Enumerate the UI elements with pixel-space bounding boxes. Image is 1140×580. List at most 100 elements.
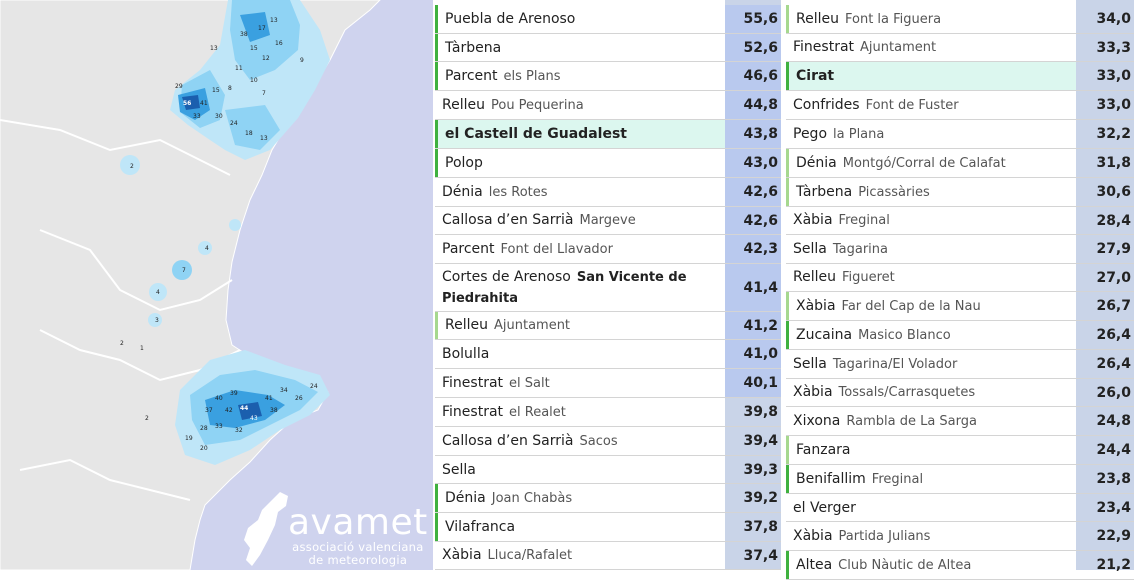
station-name-cell: Confrides Font de Fuster: [786, 91, 1076, 119]
table-row[interactable]: Parcent Font del Llavador 42,3: [435, 235, 781, 264]
svg-text:7: 7: [262, 90, 266, 97]
station-name: Font del Llavador: [500, 241, 613, 257]
table-row[interactable]: Relleu Font la Figuera 34,0: [786, 5, 1134, 34]
svg-text:10: 10: [250, 77, 258, 84]
table-row[interactable]: el Castell de Guadalest 43,8: [435, 120, 781, 149]
table-row[interactable]: Xàbia Tossals/Carrasquetes 26,0: [786, 379, 1134, 407]
table-row[interactable]: Puebla de Arenoso 55,6: [435, 5, 781, 34]
svg-text:7: 7: [182, 267, 186, 274]
station-name-cell: Zucaina Masico Blanco: [786, 321, 1076, 349]
table-row[interactable]: Finestrat el Salt 40,1: [435, 369, 781, 398]
map-canvas: 381713 151612 11109 1387 56 41 331530 241…: [0, 0, 381, 570]
table-row[interactable]: Zucaina Masico Blanco 26,4: [786, 321, 1134, 350]
station-name-cell: Finestrat el Realet: [435, 398, 725, 426]
station-name-wrap: Sella Tagarina: [793, 239, 888, 260]
table-row[interactable]: Vilafranca 37,8: [435, 513, 781, 542]
svg-text:4: 4: [156, 289, 160, 296]
table-row[interactable]: Xàbia Freginal 28,4: [786, 207, 1134, 235]
table-row[interactable]: Relleu Ajuntament 41,2: [435, 312, 781, 340]
table-row[interactable]: Altea Club Nàutic de Altea 21,2: [786, 551, 1134, 580]
table-row[interactable]: Finestrat Ajuntament 33,3: [786, 34, 1134, 62]
station-name: Picassàries: [858, 184, 930, 200]
table-row[interactable]: Finestrat el Realet 39,8: [435, 398, 781, 427]
station-name: Rambla de La Sarga: [846, 413, 977, 429]
table-row[interactable]: Xàbia Lluca/Rafalet 37,4: [435, 542, 781, 570]
station-name-wrap: Bolulla: [442, 344, 489, 364]
table-row[interactable]: el Verger 23,4: [786, 494, 1134, 522]
table-row[interactable]: Relleu Pou Pequerina 44,8: [435, 91, 781, 120]
station-name: Margeve: [579, 213, 636, 228]
rainfall-value: 39,8: [743, 404, 778, 420]
table-row[interactable]: Pego la Plana 32,2: [786, 120, 1134, 149]
table-row[interactable]: Cortes de Arenoso San Vicente de Piedrahi…: [435, 264, 781, 312]
table-row[interactable]: Sella Tagarina/El Volador 26,4: [786, 350, 1134, 379]
table-row[interactable]: Parcent els Plans 46,6: [435, 62, 781, 91]
table-row[interactable]: Sella 39,3: [435, 456, 781, 484]
svg-text:39: 39: [230, 390, 238, 397]
table-row[interactable]: Callosa d’en Sarrià Sacos 39,4: [435, 427, 781, 456]
table-row[interactable]: Dénia Montgó/Corral de Calafat 31,8: [786, 149, 1134, 178]
station-name: Club Nàutic de Altea: [838, 557, 972, 573]
station-name: els Plans: [503, 68, 561, 84]
town-name: Relleu: [442, 96, 485, 113]
station-name: Ajuntament: [493, 318, 571, 333]
rainfall-value: 28,4: [1096, 212, 1131, 229]
station-name-cell: Parcent els Plans: [435, 62, 725, 90]
svg-text:56: 56: [183, 100, 191, 107]
svg-text:29: 29: [175, 83, 183, 90]
rainfall-value: 37,8: [743, 519, 778, 535]
table-row[interactable]: Benifallim Freginal 23,8: [786, 465, 1134, 494]
town-name: Tàrbena: [445, 39, 502, 56]
table-row[interactable]: Callosa d’en Sarrià Margeve 42,6: [435, 207, 781, 235]
station-name: Partida Julians: [838, 528, 931, 544]
svg-text:38: 38: [240, 31, 248, 38]
table-row[interactable]: Bolulla 41,0: [435, 340, 781, 369]
rainfall-value: 39,3: [743, 461, 778, 478]
town-name: Finestrat: [442, 374, 504, 391]
station-name-wrap: Finestrat el Salt: [442, 373, 550, 394]
table-row[interactable]: Relleu Figueret 27,0: [786, 264, 1134, 292]
table-row[interactable]: Tàrbena 52,6: [435, 34, 781, 62]
station-name-wrap: Xàbia Lluca/Rafalet: [442, 545, 572, 566]
station-name: Freginal: [871, 471, 924, 487]
station-name: el Salt: [509, 375, 550, 391]
town-name: Relleu: [445, 317, 488, 333]
table-row[interactable]: Fanzara 24,4: [786, 436, 1134, 465]
table-row[interactable]: Confrides Font de Fuster 33,0: [786, 91, 1134, 120]
town-name: Sella: [793, 240, 827, 257]
table-row[interactable]: Polop 43,0: [435, 149, 781, 178]
rainfall-value: 21,2: [1096, 557, 1131, 573]
town-name: Xixona: [793, 412, 841, 429]
station-name: les Rotes: [488, 184, 548, 200]
table-row[interactable]: Xàbia Far del Cap de la Nau 26,7: [786, 292, 1134, 321]
station-name: Tossals/Carrasquetes: [838, 385, 976, 400]
table-row[interactable]: Cirat 33,0: [786, 62, 1134, 91]
logo-subtitle-2: de meteorologia: [308, 553, 408, 567]
town-name: Dénia: [445, 489, 486, 506]
svg-text:15: 15: [250, 45, 258, 52]
table-row[interactable]: Xàbia Partida Julians 22,9: [786, 522, 1134, 551]
rainfall-map[interactable]: 38 17 13 15 16 12 11 10 9 13 8 7 56 41 33 15 30 24 1…: [0, 0, 433, 570]
station-name-wrap: Xàbia Partida Julians: [793, 526, 930, 547]
rainfall-value: 27,0: [1096, 269, 1131, 286]
table-row[interactable]: Dénia Joan Chabàs 39,2: [435, 484, 781, 513]
table-row[interactable]: Xixona Rambla de La Sarga 24,8: [786, 407, 1134, 436]
town-name: Pego: [793, 125, 828, 142]
station-name-cell: Finestrat Ajuntament: [786, 34, 1076, 61]
station-name-cell: Xàbia Far del Cap de la Nau: [786, 292, 1076, 320]
town-name: Parcent: [445, 67, 498, 84]
rainfall-value: 27,9: [1096, 241, 1131, 257]
town-name: Polop: [445, 155, 483, 171]
station-name-wrap: Tàrbena: [445, 38, 501, 58]
station-name-wrap: Tàrbena Picassàries: [796, 182, 930, 203]
table-row[interactable]: Tàrbena Picassàries 30,6: [786, 178, 1134, 207]
town-name: Callosa d’en Sarrià: [442, 432, 574, 449]
station-name: Tagarina: [832, 241, 888, 257]
station-name-cell: Cirat: [786, 62, 1076, 90]
table-row[interactable]: Dénia les Rotes 42,6: [435, 178, 781, 207]
station-name-cell: Polop: [435, 149, 725, 177]
table-row[interactable]: Sella Tagarina 27,9: [786, 235, 1134, 264]
station-name: Masico Blanco: [858, 327, 951, 343]
svg-text:41: 41: [265, 395, 273, 402]
station-name-cell: Parcent Font del Llavador: [435, 235, 725, 263]
